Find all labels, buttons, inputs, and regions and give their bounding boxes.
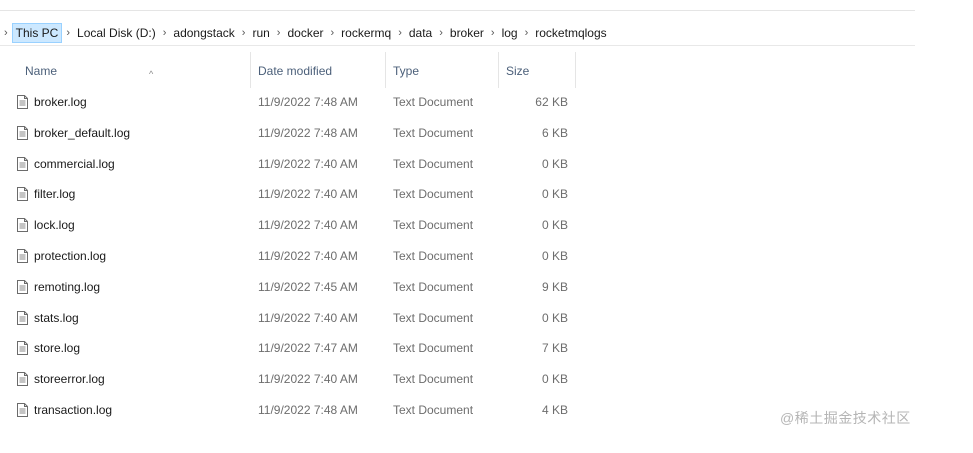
file-row[interactable]: lock.log 11/9/2022 7:40 AM Text Document 0 …: [0, 210, 973, 241]
file-type: Text Document: [393, 156, 474, 171]
file-size: 0 KB: [541, 218, 568, 233]
chevron-right-icon[interactable]: ›: [521, 27, 533, 39]
file-date-modified: 11/9/2022 7:40 AM: [258, 372, 358, 387]
file-row[interactable]: broker_default.log 11/9/2022 7:48 AM Text …: [0, 118, 973, 149]
file-name: store.log: [34, 341, 81, 356]
file-type: Text Document: [393, 279, 474, 294]
chevron-right-icon[interactable]: ›: [0, 27, 12, 39]
file-list: broker.log 11/9/2022 7:48 AM Text Document…: [0, 87, 973, 426]
file-size: 6 KB: [541, 125, 568, 140]
file-date-modified: 11/9/2022 7:45 AM: [258, 279, 358, 294]
breadcrumb-data[interactable]: data: [406, 23, 435, 43]
file-size: 0 KB: [541, 156, 568, 171]
file-name: lock.log: [34, 218, 75, 233]
file-size: 0 KB: [541, 248, 568, 263]
file-date-modified: 11/9/2022 7:47 AM: [258, 341, 358, 356]
file-date-modified: 11/9/2022 7:48 AM: [258, 402, 358, 417]
breadcrumb-broker[interactable]: broker: [447, 23, 487, 43]
text-document-icon: [17, 248, 28, 263]
breadcrumb-run[interactable]: run: [249, 23, 272, 43]
breadcrumb-local-disk[interactable]: Local Disk (D:): [74, 23, 159, 43]
file-date-modified: 11/9/2022 7:40 AM: [258, 187, 358, 202]
file-size: 62 KB: [535, 95, 568, 109]
file-row[interactable]: store.log 11/9/2022 7:47 AM Text Document 7…: [0, 333, 973, 364]
text-document-icon: [17, 218, 28, 233]
breadcrumb-adongstack[interactable]: adongstack: [170, 23, 237, 43]
text-document-icon: [17, 279, 28, 294]
text-document-icon: [17, 187, 28, 202]
text-document-icon: [17, 341, 28, 356]
breadcrumb-rocketmqlogs[interactable]: rocketmqlogs: [532, 23, 609, 43]
file-row[interactable]: stats.log 11/9/2022 7:40 AM Text Document 0…: [0, 303, 973, 334]
column-name-label: Name: [25, 64, 58, 78]
file-name: transaction.log: [34, 402, 113, 417]
breadcrumb-rockermq[interactable]: rockermq: [338, 23, 394, 43]
file-name: remoting.log: [34, 279, 101, 294]
file-type: Text Document: [393, 218, 474, 233]
file-row[interactable]: commercial.log 11/9/2022 7:40 AM Text Docu…: [0, 149, 973, 180]
chevron-right-icon[interactable]: ›: [394, 27, 406, 39]
address-bar[interactable]: › This PC › Local Disk (D:) › adongstack…: [0, 21, 915, 46]
top-divider: [0, 10, 915, 11]
file-name: broker_default.log: [34, 125, 131, 140]
column-size-label: Size: [506, 64, 530, 78]
file-size: 4 KB: [541, 402, 568, 417]
file-row[interactable]: filter.log 11/9/2022 7:40 AM Text Document…: [0, 179, 973, 210]
file-type: Text Document: [393, 95, 474, 109]
column-header-date[interactable]: Date modified: [251, 52, 386, 88]
file-size: 7 KB: [541, 341, 568, 356]
file-date-modified: 11/9/2022 7:48 AM: [258, 125, 358, 140]
file-type: Text Document: [393, 248, 474, 263]
text-document-icon: [17, 372, 28, 387]
file-name: commercial.log: [34, 156, 115, 171]
list-cutoff: [0, 430, 973, 453]
text-document-icon: [17, 156, 28, 171]
file-type: Text Document: [393, 341, 474, 356]
file-row[interactable]: protection.log 11/9/2022 7:40 AM Text Docu…: [0, 241, 973, 272]
chevron-right-icon[interactable]: ›: [435, 27, 447, 39]
column-header-size[interactable]: Size: [499, 52, 576, 88]
text-document-icon: [17, 310, 28, 325]
text-document-icon: [17, 125, 28, 140]
file-size: 9 KB: [541, 279, 568, 294]
file-name: broker.log: [34, 95, 87, 109]
column-header-type[interactable]: Type: [386, 52, 499, 88]
file-type: Text Document: [393, 187, 474, 202]
file-row[interactable]: storeerror.log 11/9/2022 7:40 AM Text Docu…: [0, 364, 973, 395]
file-date-modified: 11/9/2022 7:48 AM: [258, 95, 358, 109]
file-name: filter.log: [34, 187, 76, 202]
file-size: 0 KB: [541, 187, 568, 202]
file-type: Text Document: [393, 372, 474, 387]
text-document-icon: [17, 402, 28, 417]
file-date-modified: 11/9/2022 7:40 AM: [258, 156, 358, 171]
file-row[interactable]: remoting.log 11/9/2022 7:45 AM Text Docume…: [0, 272, 973, 303]
column-type-label: Type: [393, 64, 420, 78]
file-date-modified: 11/9/2022 7:40 AM: [258, 248, 358, 263]
file-name: stats.log: [34, 310, 79, 325]
file-name: storeerror.log: [34, 372, 105, 387]
file-name: protection.log: [34, 248, 107, 263]
chevron-right-icon[interactable]: ›: [159, 27, 171, 39]
breadcrumb-log[interactable]: log: [499, 23, 521, 43]
chevron-right-icon[interactable]: ›: [62, 27, 74, 39]
text-document-icon: [17, 95, 28, 109]
chevron-right-icon[interactable]: ›: [238, 27, 250, 39]
breadcrumb-this-pc[interactable]: This PC: [11, 23, 63, 43]
file-date-modified: 11/9/2022 7:40 AM: [258, 310, 358, 325]
file-date-modified: 11/9/2022 7:40 AM: [258, 218, 358, 233]
watermark: @稀土掘金技术社区: [780, 410, 911, 426]
file-type: Text Document: [393, 402, 474, 417]
column-header: Name ^ Date modified Type Size: [0, 52, 973, 88]
breadcrumb-docker[interactable]: docker: [284, 23, 326, 43]
column-date-label: Date modified: [258, 64, 333, 78]
file-size: 0 KB: [541, 310, 568, 325]
file-type: Text Document: [393, 125, 474, 140]
chevron-right-icon[interactable]: ›: [273, 27, 285, 39]
file-row[interactable]: broker.log 11/9/2022 7:48 AM Text Document…: [0, 87, 973, 118]
chevron-right-icon[interactable]: ›: [487, 27, 499, 39]
chevron-right-icon[interactable]: ›: [327, 27, 339, 39]
file-size: 0 KB: [541, 372, 568, 387]
file-type: Text Document: [393, 310, 474, 325]
column-header-name[interactable]: Name ^: [18, 52, 251, 88]
